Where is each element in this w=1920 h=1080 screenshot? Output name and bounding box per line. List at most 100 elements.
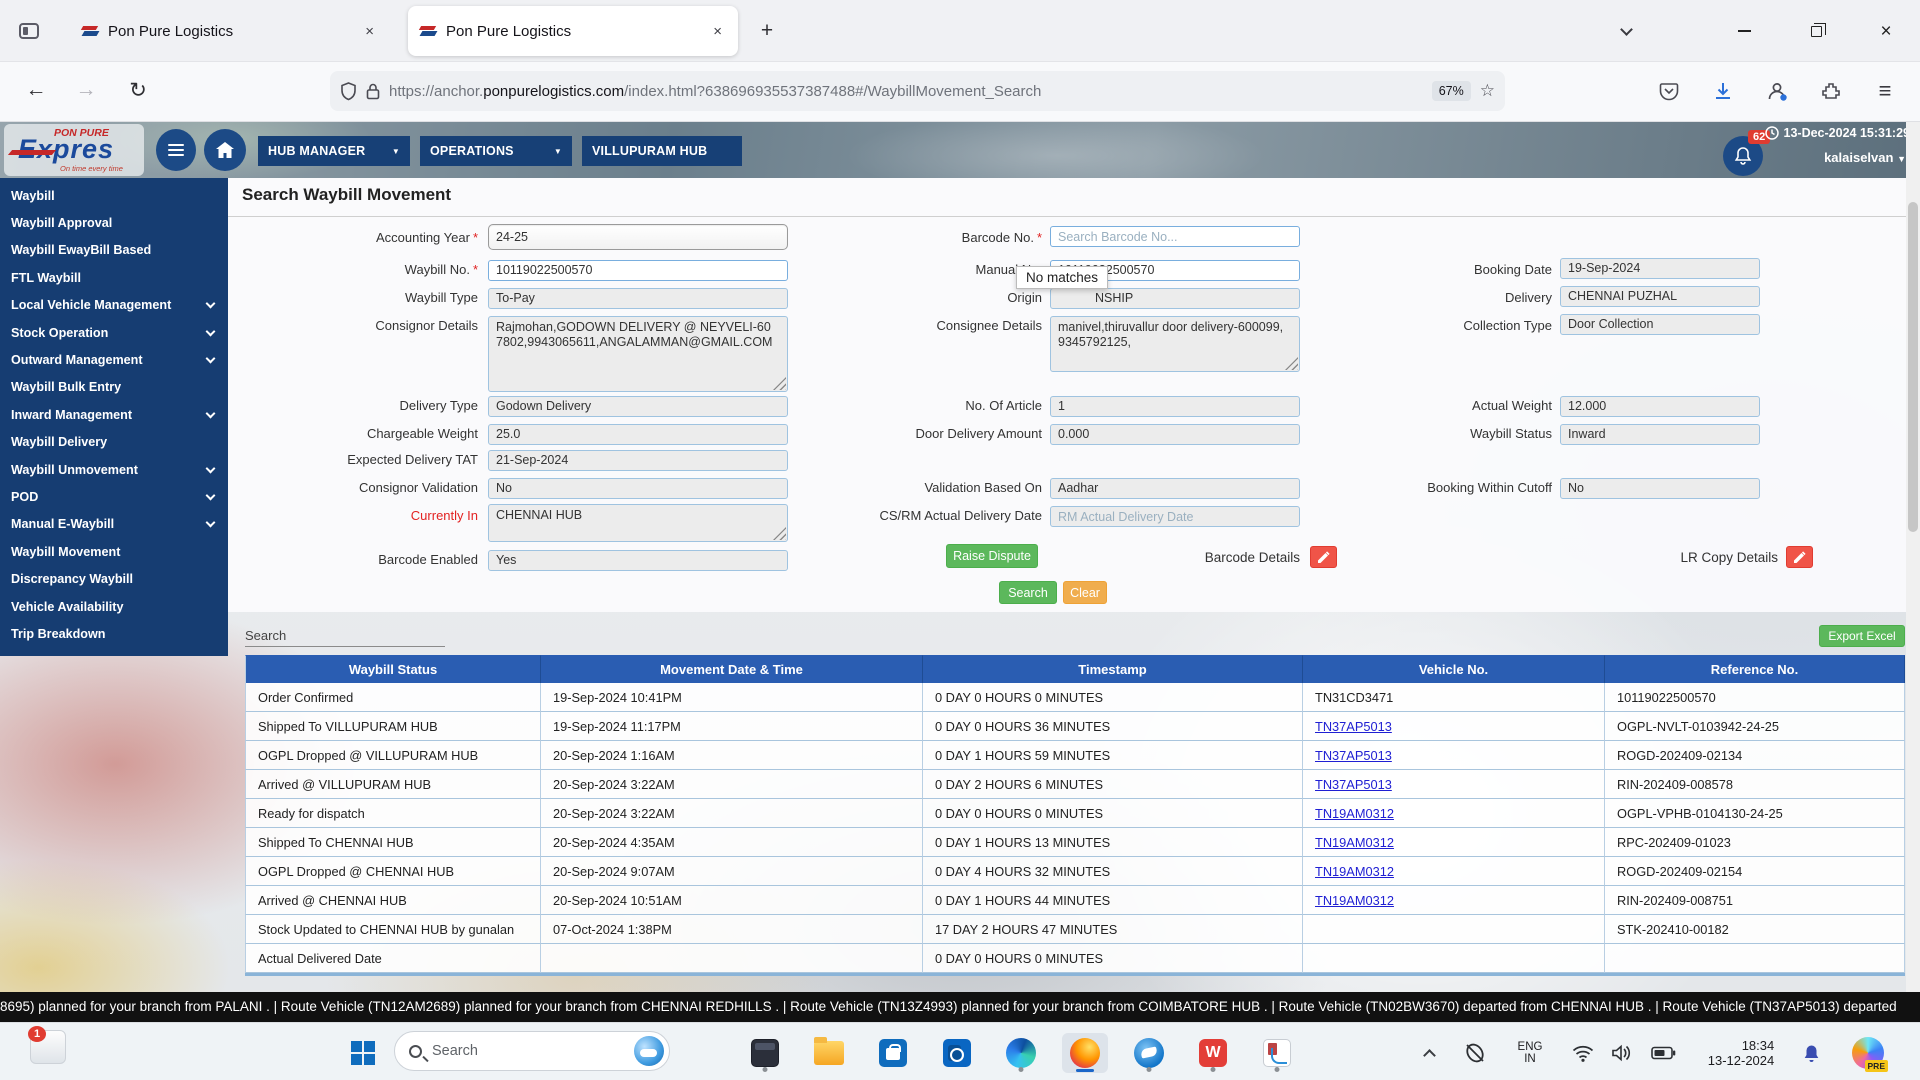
sidebar-item-ftl-waybill[interactable]: FTL Waybill <box>0 264 228 291</box>
sidebar-item-manual-e-waybill[interactable]: Manual E-Waybill <box>0 511 228 538</box>
vehicle-link[interactable]: TN19AM0312 <box>1315 835 1394 850</box>
taskbar-snipping-tool[interactable] <box>1254 1033 1300 1073</box>
extensions-icon[interactable] <box>1814 74 1848 108</box>
sidebar-item-discrepancy-waybill[interactable]: Discrepancy Waybill <box>0 565 228 592</box>
back-button[interactable]: ← <box>16 70 56 110</box>
tray-battery[interactable] <box>1644 1033 1682 1073</box>
home-button[interactable] <box>204 129 246 171</box>
barcode-enabled-label: Barcode Enabled <box>248 552 478 567</box>
sidebar-item-waybill-unmovement[interactable]: Waybill Unmovement <box>0 456 228 483</box>
table-filter-input[interactable]: Search <box>245 628 445 647</box>
consignee-details-textarea[interactable]: manivel,thiruvallur door delivery-600099… <box>1050 316 1300 372</box>
waybill-no-input[interactable]: 10119022500570 <box>488 260 788 281</box>
booking-date-field: 19-Sep-2024 <box>1560 258 1760 279</box>
vehicle-link[interactable]: TN19AM0312 <box>1315 806 1394 821</box>
tray-wifi[interactable] <box>1566 1033 1600 1073</box>
sidebar-item-outward-management[interactable]: Outward Management <box>0 346 228 373</box>
search-button[interactable]: Search <box>999 581 1057 604</box>
taskbar-microsoft-store[interactable] <box>870 1033 916 1073</box>
start-button[interactable] <box>340 1033 386 1073</box>
sidebar-item-waybill-delivery[interactable]: Waybill Delivery <box>0 429 228 456</box>
window-restore-button[interactable] <box>1798 14 1834 48</box>
list-tabs-icon[interactable] <box>1608 14 1644 48</box>
tray-notifications[interactable] <box>1794 1033 1828 1073</box>
lr-copy-details-edit-button[interactable] <box>1786 546 1813 568</box>
sidebar-item-inward-management[interactable]: Inward Management <box>0 401 228 428</box>
snipping-tool-icon <box>1263 1039 1291 1067</box>
currently-in-textarea[interactable]: CHENNAI HUB <box>488 504 788 542</box>
barcode-details-edit-button[interactable] <box>1310 546 1337 568</box>
browser-tab-2[interactable]: Pon Pure Logistics × <box>408 6 738 56</box>
tracking-shield-icon[interactable] <box>340 82 357 101</box>
bookmark-star-icon[interactable]: ☆ <box>1480 81 1495 101</box>
taskbar-search[interactable]: Search <box>394 1031 670 1071</box>
address-bar[interactable]: https://anchor.ponpurelogistics.com/inde… <box>330 71 1505 111</box>
lr-copy-details-label: LR Copy Details <box>1618 550 1778 565</box>
browser-tab-1[interactable]: Pon Pure Logistics × <box>70 6 390 56</box>
menu-icon[interactable]: ≡ <box>1868 74 1902 108</box>
brand-logo[interactable]: PON PURE Expres On time every time <box>4 124 144 176</box>
sidebar-item-waybill-bulk-entry[interactable]: Waybill Bulk Entry <box>0 374 228 401</box>
tray-clock[interactable]: 18:3413-12-2024 <box>1694 1033 1788 1073</box>
tray-language[interactable]: ENGIN <box>1508 1033 1552 1073</box>
reload-button[interactable]: ↻ <box>118 70 158 110</box>
raise-dispute-button[interactable]: Raise Dispute <box>946 544 1038 568</box>
taskbar-firefox[interactable] <box>1062 1033 1108 1073</box>
no-of-article-field: 1 <box>1050 396 1300 417</box>
taskbar-app-window[interactable] <box>742 1033 788 1073</box>
app-menu-button[interactable] <box>156 129 196 171</box>
vehicle-link[interactable]: TN37AP5013 <box>1315 719 1392 734</box>
user-menu[interactable]: kalaiselvan ▼ <box>1824 150 1906 165</box>
page-scrollbar[interactable] <box>1906 122 1920 1022</box>
window-close-button[interactable]: × <box>1868 14 1904 48</box>
clear-button[interactable]: Clear <box>1063 581 1107 604</box>
weather-widget-icon[interactable] <box>634 1036 664 1066</box>
role-dropdown[interactable]: HUB MANAGER▼ <box>258 136 410 166</box>
vehicle-link[interactable]: TN37AP5013 <box>1315 777 1392 792</box>
validation-based-on-field: Aadhar <box>1050 478 1300 499</box>
vehicle-link[interactable]: TN19AM0312 <box>1315 864 1394 879</box>
tray-volume[interactable] <box>1604 1033 1638 1073</box>
cs-rm-actual-delivery-date-label: CS/RM Actual Delivery Date <box>848 508 1042 523</box>
taskbar-outlook[interactable] <box>934 1033 980 1073</box>
lock-icon[interactable] <box>366 82 380 100</box>
tray-copilot[interactable]: PRE <box>1844 1033 1892 1073</box>
account-icon[interactable] <box>1760 74 1794 108</box>
sidebar-item-waybill-approval[interactable]: Waybill Approval <box>0 209 228 236</box>
pocket-icon[interactable] <box>1652 74 1686 108</box>
tab-close-icon[interactable]: × <box>361 21 378 42</box>
barcode-enabled-field: Yes <box>488 550 788 571</box>
tab-close-icon[interactable]: × <box>709 21 726 42</box>
sidebar-item-local-vehicle-management[interactable]: Local Vehicle Management <box>0 292 228 319</box>
sidebar-item-waybill-ewaybill-based[interactable]: Waybill EwayBill Based <box>0 237 228 264</box>
sidebar-item-waybill[interactable]: Waybill <box>0 182 228 209</box>
sidebar-item-vehicle-availability[interactable]: Vehicle Availability <box>0 593 228 620</box>
taskbar-wps-office[interactable]: W <box>1190 1033 1236 1073</box>
sidebar-item-waybill-movement[interactable]: Waybill Movement <box>0 538 228 565</box>
vehicle-link[interactable]: TN37AP5013 <box>1315 748 1392 763</box>
module-dropdown[interactable]: OPERATIONS▼ <box>420 136 572 166</box>
zoom-level-chip[interactable]: 67% <box>1432 81 1471 101</box>
tray-show-hidden-icons[interactable] <box>1412 1033 1446 1073</box>
downloads-icon[interactable] <box>1706 74 1740 108</box>
export-excel-button[interactable]: Export Excel <box>1819 625 1905 647</box>
firefox-view-icon[interactable] <box>14 16 44 46</box>
barcode-no-input[interactable] <box>1050 226 1300 247</box>
scrollbar-thumb[interactable] <box>1908 202 1918 532</box>
taskbar-file-explorer[interactable] <box>806 1033 852 1073</box>
sidebar-item-trip-breakdown[interactable]: Trip Breakdown <box>0 620 228 647</box>
hub-label[interactable]: VILLUPURAM HUB <box>582 136 742 166</box>
window-minimize-button[interactable] <box>1726 14 1762 48</box>
taskbar-thunderbird[interactable] <box>1126 1033 1172 1073</box>
new-tab-button[interactable]: + <box>752 16 782 46</box>
consignor-details-textarea[interactable]: Rajmohan,GODOWN DELIVERY @ NEYVELI-60780… <box>488 316 788 392</box>
vehicle-link[interactable]: TN19AM0312 <box>1315 893 1394 908</box>
sidebar-item-stock-operation[interactable]: Stock Operation <box>0 319 228 346</box>
accounting-year-select[interactable]: 24-25 <box>488 224 788 250</box>
table-cell: TN37AP5013 <box>1303 741 1605 770</box>
table-cell: TN19AM0312 <box>1303 799 1605 828</box>
sidebar-item-pod[interactable]: POD <box>0 483 228 510</box>
tray-touchpad[interactable] <box>1456 1033 1494 1073</box>
taskbar-edge[interactable] <box>998 1033 1044 1073</box>
cs-rm-actual-delivery-date-input[interactable] <box>1050 506 1300 527</box>
